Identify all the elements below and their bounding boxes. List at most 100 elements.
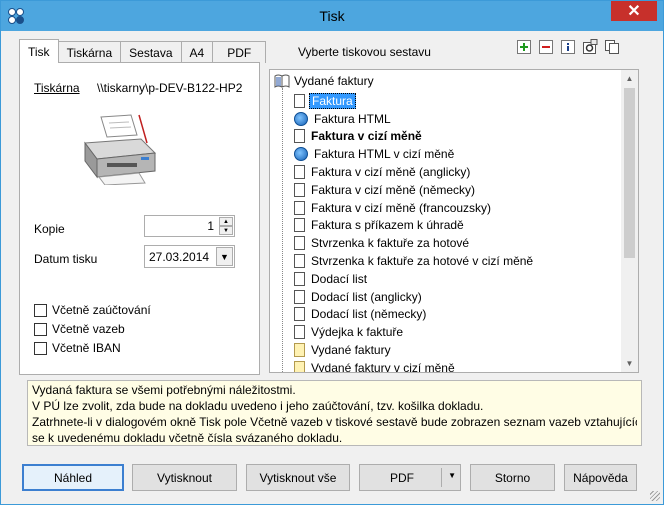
- tree-connector: [282, 88, 283, 372]
- tree-item-label: Dodací list (anglicky): [311, 289, 422, 304]
- add-icon[interactable]: [516, 39, 532, 55]
- document-icon: [294, 200, 305, 215]
- tree-item[interactable]: Vydané faktury: [294, 341, 535, 359]
- tree-item-label: Faktura HTML: [314, 111, 391, 126]
- copy-icon[interactable]: [604, 39, 620, 55]
- tree-item-label: Stvrzenka k faktuře za hotové v cizí měn…: [311, 254, 534, 269]
- folder-report-icon: [294, 360, 305, 372]
- checkbox-label: Včetně zaúčtování: [52, 303, 151, 317]
- tree-item-label: Dodací list (německy): [311, 307, 427, 322]
- tree-scrollbar[interactable]: ▲ ▼: [621, 70, 638, 372]
- remove-icon[interactable]: [538, 39, 554, 55]
- chevron-down-icon[interactable]: ▼: [448, 471, 456, 480]
- tree-item-label: Faktura: [309, 92, 356, 109]
- kopie-value: 1: [207, 219, 214, 233]
- tree-item-label: Faktura s příkazem k úhradě: [311, 218, 464, 233]
- kopie-spin-buttons: ▲ ▼: [219, 217, 233, 235]
- tree-item[interactable]: Faktura v cizí měně: [294, 128, 535, 146]
- print-all-button[interactable]: Vytisknout vše: [246, 464, 350, 491]
- tree-root-label: Vydané faktury: [294, 74, 374, 88]
- tab-a4[interactable]: A4: [180, 41, 214, 63]
- tree-item[interactable]: Faktura v cizí měně (francouzsky): [294, 199, 535, 217]
- tree-item-label: Stvrzenka k faktuře za hotové: [311, 236, 470, 251]
- description-line: Vydaná faktura se všemi potřebnými nálež…: [32, 383, 296, 397]
- description-line: Zatrhnete-li v dialogovém okně Tisk pole…: [32, 415, 637, 429]
- tree-item[interactable]: Vydané faktury v cizí měně: [294, 359, 535, 373]
- scroll-up-icon[interactable]: ▲: [621, 70, 638, 87]
- checkbox-iban[interactable]: Včetně IBAN: [34, 341, 121, 355]
- checkbox-vazeb[interactable]: Včetně vazeb: [34, 322, 125, 336]
- window-title: Tisk: [319, 8, 345, 24]
- report-description: Vydaná faktura se všemi potřebnými nálež…: [27, 380, 642, 446]
- document-icon: [294, 93, 305, 108]
- document-icon: [294, 271, 305, 286]
- kopie-label: Kopie: [34, 222, 65, 236]
- checkbox-zauctovani[interactable]: Včetně zaúčtování: [34, 303, 151, 317]
- datum-field[interactable]: 27.03.2014 ▼: [144, 245, 235, 268]
- tree-item[interactable]: Faktura HTML: [294, 110, 535, 128]
- checkbox-label: Včetně IBAN: [52, 341, 121, 355]
- tree-item[interactable]: Faktura: [294, 92, 535, 110]
- tab-tisk[interactable]: Tisk: [19, 39, 59, 63]
- printer-value: \\tiskarny\p-DEV-B122-HP2: [97, 81, 243, 95]
- tab-tiskarna[interactable]: Tiskárna: [57, 41, 122, 63]
- book-icon: [274, 74, 290, 88]
- tree-item-label: Faktura HTML v cizí měně: [314, 147, 455, 162]
- resize-grip-icon[interactable]: [650, 491, 660, 501]
- document-icon: [294, 182, 305, 197]
- spin-down-icon[interactable]: ▼: [219, 226, 233, 235]
- tree-item[interactable]: Faktura HTML v cizí měně: [294, 145, 535, 163]
- document-icon: [294, 307, 305, 322]
- settings-icon[interactable]: [582, 39, 598, 55]
- tree-item[interactable]: Faktura v cizí měně (německy): [294, 181, 535, 199]
- checkbox-box[interactable]: [34, 303, 47, 317]
- split-divider: [441, 468, 442, 487]
- document-icon: [294, 289, 305, 304]
- report-toolbar: [516, 39, 620, 55]
- preview-button[interactable]: Náhled: [22, 464, 124, 491]
- print-dialog: Tisk ✕ Tisk Tiskárna Sestava A4 PDF Vybe…: [0, 0, 664, 505]
- html-globe-icon: [294, 147, 308, 162]
- tab-pdf[interactable]: PDF: [212, 41, 267, 63]
- tree-item-label: Dodací list: [311, 271, 368, 286]
- pdf-button[interactable]: PDF ▼: [359, 464, 461, 491]
- scroll-thumb[interactable]: [624, 88, 635, 258]
- scroll-down-icon[interactable]: ▼: [621, 355, 638, 372]
- document-icon: [294, 129, 305, 144]
- spin-up-icon[interactable]: ▲: [219, 217, 233, 226]
- document-icon: [294, 218, 305, 233]
- tree-item[interactable]: Výdejka k faktuře: [294, 323, 535, 341]
- tree-item-label: Faktura v cizí měně (francouzsky): [311, 200, 492, 215]
- cancel-button[interactable]: Storno: [470, 464, 555, 491]
- datum-value: 27.03.2014: [149, 250, 210, 264]
- checkbox-box[interactable]: [34, 341, 47, 355]
- tree-item[interactable]: Dodací list (anglicky): [294, 288, 535, 306]
- tree-item[interactable]: Faktura v cizí měně (anglicky): [294, 163, 535, 181]
- tree-items: Faktura Faktura HTML Faktura v cizí měně Fa…: [294, 92, 535, 373]
- help-button[interactable]: Nápověda: [564, 464, 637, 491]
- chevron-down-icon[interactable]: ▼: [216, 247, 233, 266]
- tree-item-label: Vydané faktury v cizí měně: [311, 360, 455, 373]
- tab-sestava[interactable]: Sestava: [120, 41, 182, 63]
- printer-icon: [84, 114, 157, 185]
- document-icon: [294, 236, 305, 251]
- tree-item-label: Faktura v cizí měně: [311, 129, 422, 144]
- printer-label[interactable]: Tiskárna: [34, 81, 80, 95]
- close-button[interactable]: ✕: [611, 1, 657, 21]
- select-report-label: Vyberte tiskovou sestavu: [298, 45, 431, 59]
- folder-report-icon: [294, 343, 305, 358]
- tree-item[interactable]: Dodací list: [294, 270, 535, 288]
- print-button[interactable]: Vytisknout: [132, 464, 237, 491]
- document-icon: [294, 165, 305, 180]
- report-tree[interactable]: Vydané faktury Faktura Faktura HTML Faktur…: [269, 69, 639, 373]
- tree-item[interactable]: Stvrzenka k faktuře za hotové: [294, 234, 535, 252]
- kopie-stepper[interactable]: 1 ▲ ▼: [144, 215, 235, 237]
- info-icon[interactable]: [560, 39, 576, 55]
- tree-root[interactable]: Vydané faktury: [274, 74, 374, 88]
- tree-item[interactable]: Faktura s příkazem k úhradě: [294, 217, 535, 235]
- document-icon: [294, 254, 305, 269]
- tree-item[interactable]: Dodací list (německy): [294, 306, 535, 324]
- tree-item[interactable]: Stvrzenka k faktuře za hotové v cizí měn…: [294, 252, 535, 270]
- checkbox-box[interactable]: [34, 322, 47, 336]
- title-bar[interactable]: Tisk ✕: [1, 1, 663, 31]
